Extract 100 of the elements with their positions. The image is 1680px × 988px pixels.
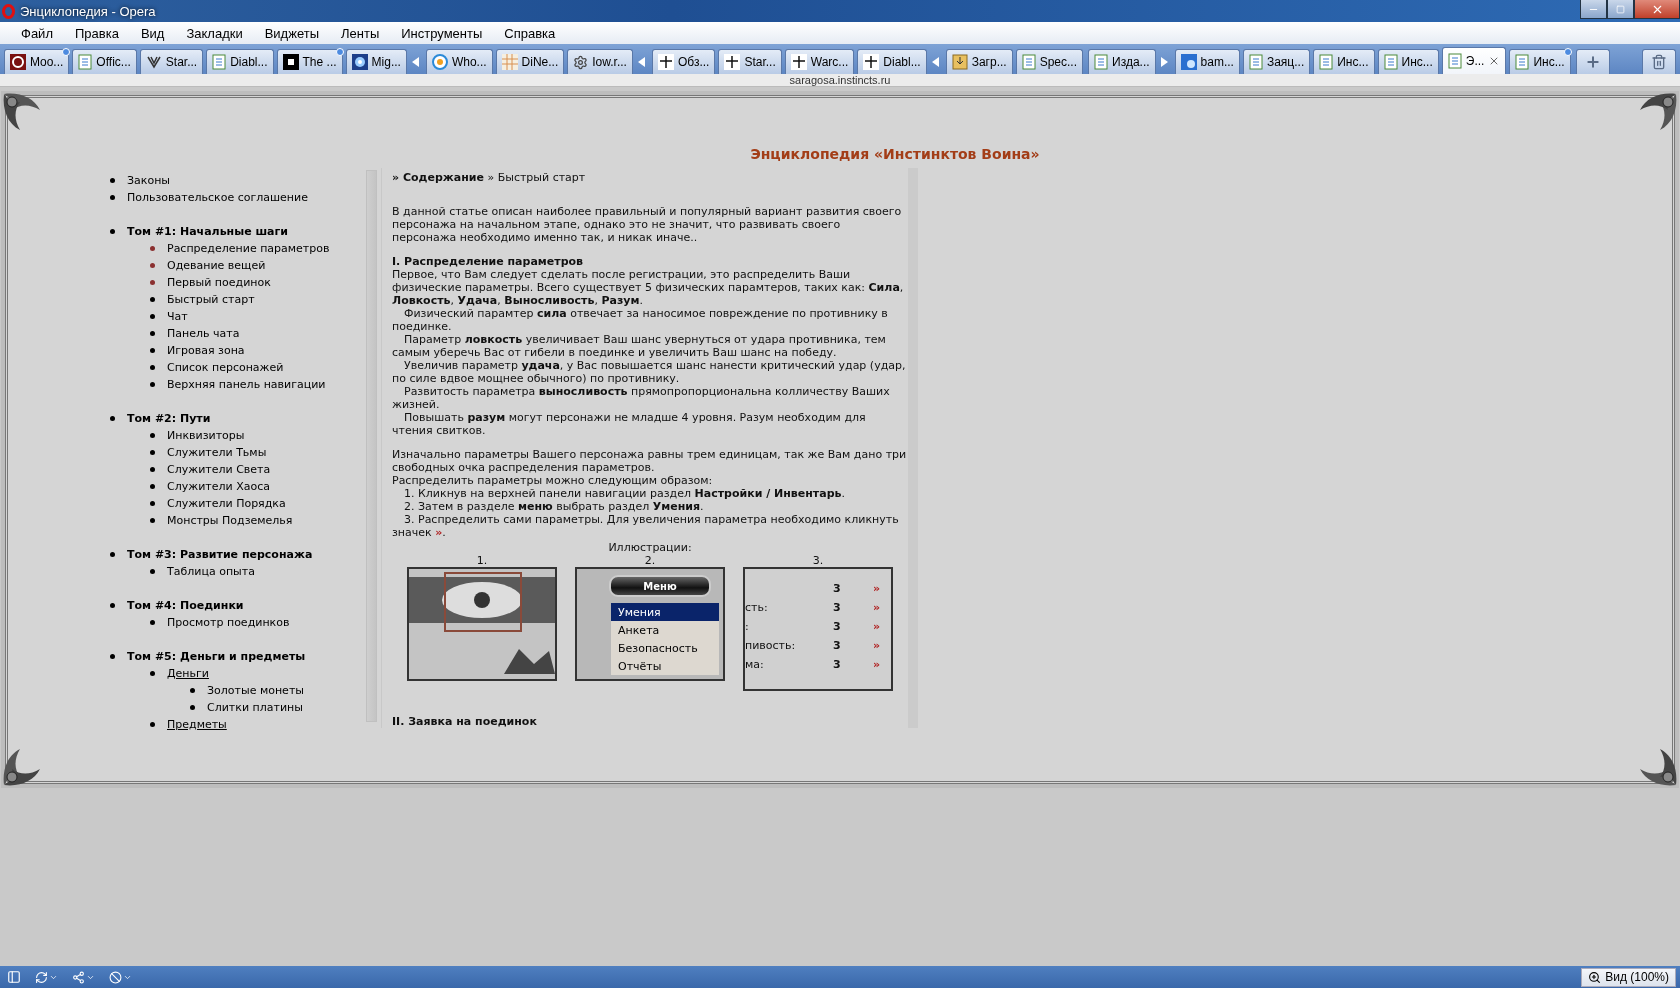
increase-arrow: » — [873, 639, 881, 652]
paragraph: Первое, что Вам следует сделать после регистрации, это распределить Ваши физические параметры. Всего существует 5 физических парамтеров, таких как: Сила, Ловкость, Удача, Выносливость, Разум. — [392, 268, 905, 307]
browser-tab[interactable]: Star... — [718, 49, 782, 74]
page-icon — [1447, 53, 1462, 69]
browser-tab[interactable]: Who... — [425, 49, 493, 74]
share-icon — [72, 970, 85, 984]
new-tab-button[interactable] — [1575, 49, 1610, 74]
browser-tab[interactable]: Изда... — [1088, 49, 1156, 74]
browser-tab[interactable]: Iow.r... — [567, 49, 633, 74]
logo-icon — [657, 54, 674, 70]
paragraph: 2. Затем в разделе меню выбрать раздел Умения. — [403, 500, 705, 513]
section-title[interactable]: Том #1: Начальные шаги — [127, 225, 288, 238]
menu-item[interactable]: Правка — [63, 23, 130, 43]
nav-item[interactable]: Просмотр поединков — [167, 616, 290, 629]
paragraph: Увеличив параметр удача, у Вас повышается шанс нанести критический удар (удар, по силе вдвое мощнее обычного) по противнику. — [392, 359, 907, 385]
nav-item[interactable]: Служители Тьмы — [167, 446, 267, 459]
bullet-icon — [110, 603, 115, 608]
figure-number: 3. — [812, 554, 824, 567]
browser-tab[interactable]: bam... — [1174, 49, 1240, 74]
page-icon — [1094, 54, 1109, 70]
bullet-icon — [110, 416, 115, 421]
nav-item[interactable]: Чат — [167, 310, 188, 323]
stat-value: 3 — [833, 639, 842, 652]
increase-arrow: » — [873, 582, 881, 595]
section-title[interactable]: Том #2: Пути — [127, 412, 211, 425]
browser-tab[interactable]: Mig... — [345, 49, 407, 74]
paragraph: Повышать разум могут персонажи не младше 4 уровня. Разум необходим для чтения свитков. — [392, 411, 867, 437]
browser-tab[interactable]: Заяц... — [1242, 49, 1311, 74]
browser-tab[interactable]: Warc... — [784, 49, 855, 74]
browser-tab[interactable]: Star... — [139, 49, 204, 74]
browser-tab[interactable]: The ... — [276, 49, 343, 74]
nav-item[interactable]: Золотые монеты — [207, 684, 304, 697]
nav-item[interactable]: Инквизиторы — [167, 429, 245, 442]
menu-item[interactable]: Вид — [129, 23, 176, 43]
page-icon — [78, 54, 93, 70]
menu-item[interactable]: Инструменты — [390, 23, 494, 43]
section-title[interactable]: Том #4: Поединки — [127, 599, 244, 612]
page-icon — [1515, 54, 1530, 70]
browser-tab[interactable]: Инс... — [1377, 49, 1439, 74]
increase-arrow: » — [873, 658, 881, 671]
nav-item[interactable]: Законы — [127, 174, 171, 187]
section-title[interactable]: Том #3: Развитие персонажа — [127, 548, 313, 561]
nav-item[interactable]: Служители Света — [167, 463, 271, 476]
minimize-button[interactable] — [1580, 0, 1607, 19]
nav-item[interactable]: Служители Порядка — [167, 497, 286, 510]
nav-item[interactable]: Первый поединок — [167, 276, 271, 289]
browser-tab[interactable]: Обз... — [651, 49, 716, 74]
nav-item[interactable]: Одевание вещей — [167, 259, 266, 272]
circle-icon — [351, 54, 368, 70]
nav-item[interactable]: Игровая зона — [167, 344, 245, 357]
menu-item[interactable]: Справка — [493, 23, 567, 43]
browser-tab[interactable]: Offic... — [72, 49, 137, 74]
paragraph: В данной статье описан наиболее правильный и популярный вариант развития своего персонажа на начальном этапе, однако это не значит, что развивать своего персонажа необходимо именно так, и никак иначе.. — [392, 205, 903, 244]
maximize-button[interactable] — [1607, 0, 1634, 19]
nav-item[interactable]: Пользовательское соглашение — [127, 191, 308, 204]
menu-item[interactable]: Файл — [10, 23, 64, 43]
paragraph: Развитость параметра выносливость прямопропорциональна колличеству Ваших жизней. — [392, 385, 891, 411]
nav-item[interactable]: Распределение параметров — [167, 242, 330, 255]
browser-tab[interactable]: Э... — [1441, 47, 1507, 74]
nav-link[interactable]: Предметы — [167, 718, 227, 731]
left-arrow-icon — [637, 56, 645, 67]
stat-label: сть: — [745, 601, 768, 614]
nav-link[interactable]: Деньги — [167, 667, 209, 680]
bullet-icon — [110, 229, 115, 234]
browser-tab[interactable]: Diabl... — [206, 49, 274, 74]
increase-arrow: » — [873, 620, 881, 633]
trash-button[interactable] — [1642, 49, 1676, 74]
nav-item[interactable]: Монстры Подземелья — [167, 514, 293, 527]
bullet-icon — [110, 195, 115, 200]
close-button[interactable] — [1634, 0, 1680, 19]
menu-item[interactable]: Ленты — [330, 23, 391, 43]
menu-item[interactable]: Закладки — [175, 23, 254, 43]
logo-icon — [790, 54, 807, 70]
browser-tab[interactable]: Spec... — [1015, 49, 1084, 74]
browser-tab[interactable]: Инс... — [1509, 49, 1571, 74]
nav-item[interactable]: Быстрый старт — [167, 293, 255, 306]
page-address: saragosa.instincts.ru — [789, 74, 891, 86]
maximize-icon — [1616, 4, 1625, 14]
nav-item[interactable]: Слитки платины — [207, 701, 303, 714]
nav-item[interactable]: Таблица опыта — [167, 565, 255, 578]
app-logo-icon — [2, 3, 15, 19]
nav-item[interactable]: Панель чата — [167, 327, 240, 340]
browser-tab[interactable]: Загр... — [945, 49, 1013, 74]
menu-item[interactable]: Виджеты — [253, 23, 330, 43]
zoom-button[interactable]: Вид (100%) — [1581, 967, 1676, 987]
browser-tab[interactable]: Diabl... — [857, 49, 927, 74]
nav-item[interactable]: Служители Хаоса — [167, 480, 270, 493]
browser-tab[interactable]: Moo... — [4, 49, 70, 74]
nav-item[interactable]: Верхняя панель навигации — [167, 378, 326, 391]
section-title[interactable]: Том #5: Деньги и предметы — [127, 650, 306, 663]
breadcrumb: » Содержание » Быстрый старт — [392, 171, 587, 184]
nav-item[interactable]: Список персонажей — [167, 361, 284, 374]
browser-tab[interactable]: Инс... — [1313, 49, 1375, 74]
figure-number: 1. — [476, 554, 488, 567]
square-icon — [282, 54, 299, 70]
figure-number: 2. — [644, 554, 656, 567]
paragraph: 3. Распределить сами параметры. Для увеличения параметра необходимо кликнуть значек ». — [392, 513, 900, 539]
left-arrow-icon — [411, 56, 419, 67]
page-icon — [1383, 54, 1398, 70]
browser-tab[interactable]: DiNe... — [495, 49, 565, 74]
